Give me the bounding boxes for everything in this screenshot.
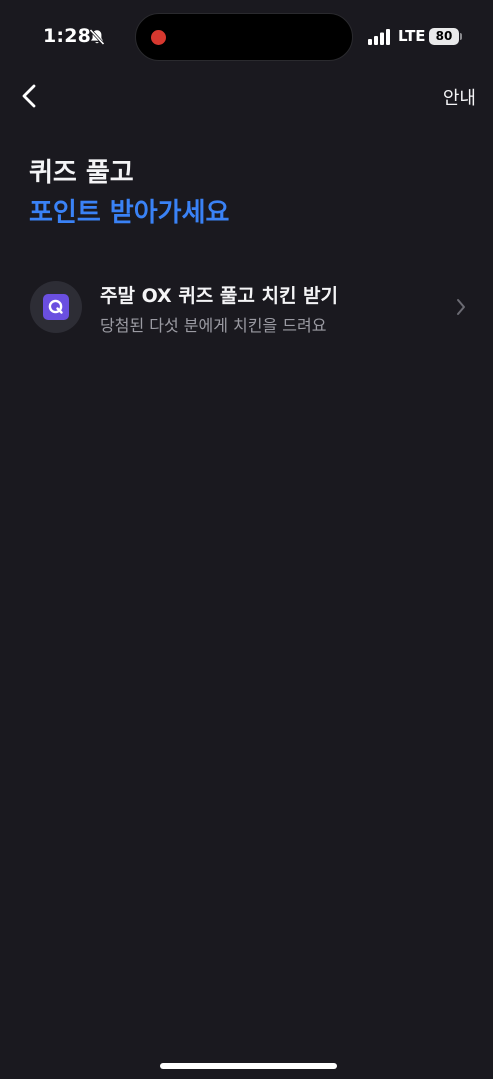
chevron-right-icon xyxy=(454,297,468,317)
status-bar: 1:28 LTE 80 xyxy=(0,0,493,76)
dynamic-island xyxy=(135,13,353,61)
quiz-icon-container xyxy=(30,281,82,333)
battery-icon: 80 xyxy=(429,28,463,45)
quiz-subtitle: 당첨된 다섯 분에게 치킨을 드려요 xyxy=(100,316,327,335)
network-type: LTE xyxy=(398,27,426,45)
headline-title: 퀴즈 풀고 xyxy=(29,158,134,188)
back-button[interactable] xyxy=(14,80,46,112)
bell-muted-icon xyxy=(88,28,106,46)
headline-highlight: 포인트 받아가세요 xyxy=(29,198,230,228)
screen: 1:28 LTE 80 안내 퀴즈 풀고 포인트 받아가세요 주말 OX 퀴즈 … xyxy=(0,0,493,1079)
home-indicator[interactable] xyxy=(160,1063,337,1069)
quiz-list-item[interactable]: 주말 OX 퀴즈 풀고 치킨 받기 당첨된 다섯 분에게 치킨을 드려요 xyxy=(0,270,493,346)
battery-tip xyxy=(460,33,462,40)
chevron-left-icon xyxy=(22,84,36,108)
quiz-title: 주말 OX 퀴즈 풀고 치킨 받기 xyxy=(100,285,338,307)
status-time: 1:28 xyxy=(43,25,92,47)
quiz-q-icon xyxy=(43,294,69,320)
signal-icon xyxy=(368,29,392,45)
info-button[interactable]: 안내 xyxy=(443,84,476,110)
recording-dot-icon xyxy=(151,30,166,45)
battery-level: 80 xyxy=(429,28,459,45)
page-headline: 퀴즈 풀고 포인트 받아가세요 xyxy=(29,155,229,231)
